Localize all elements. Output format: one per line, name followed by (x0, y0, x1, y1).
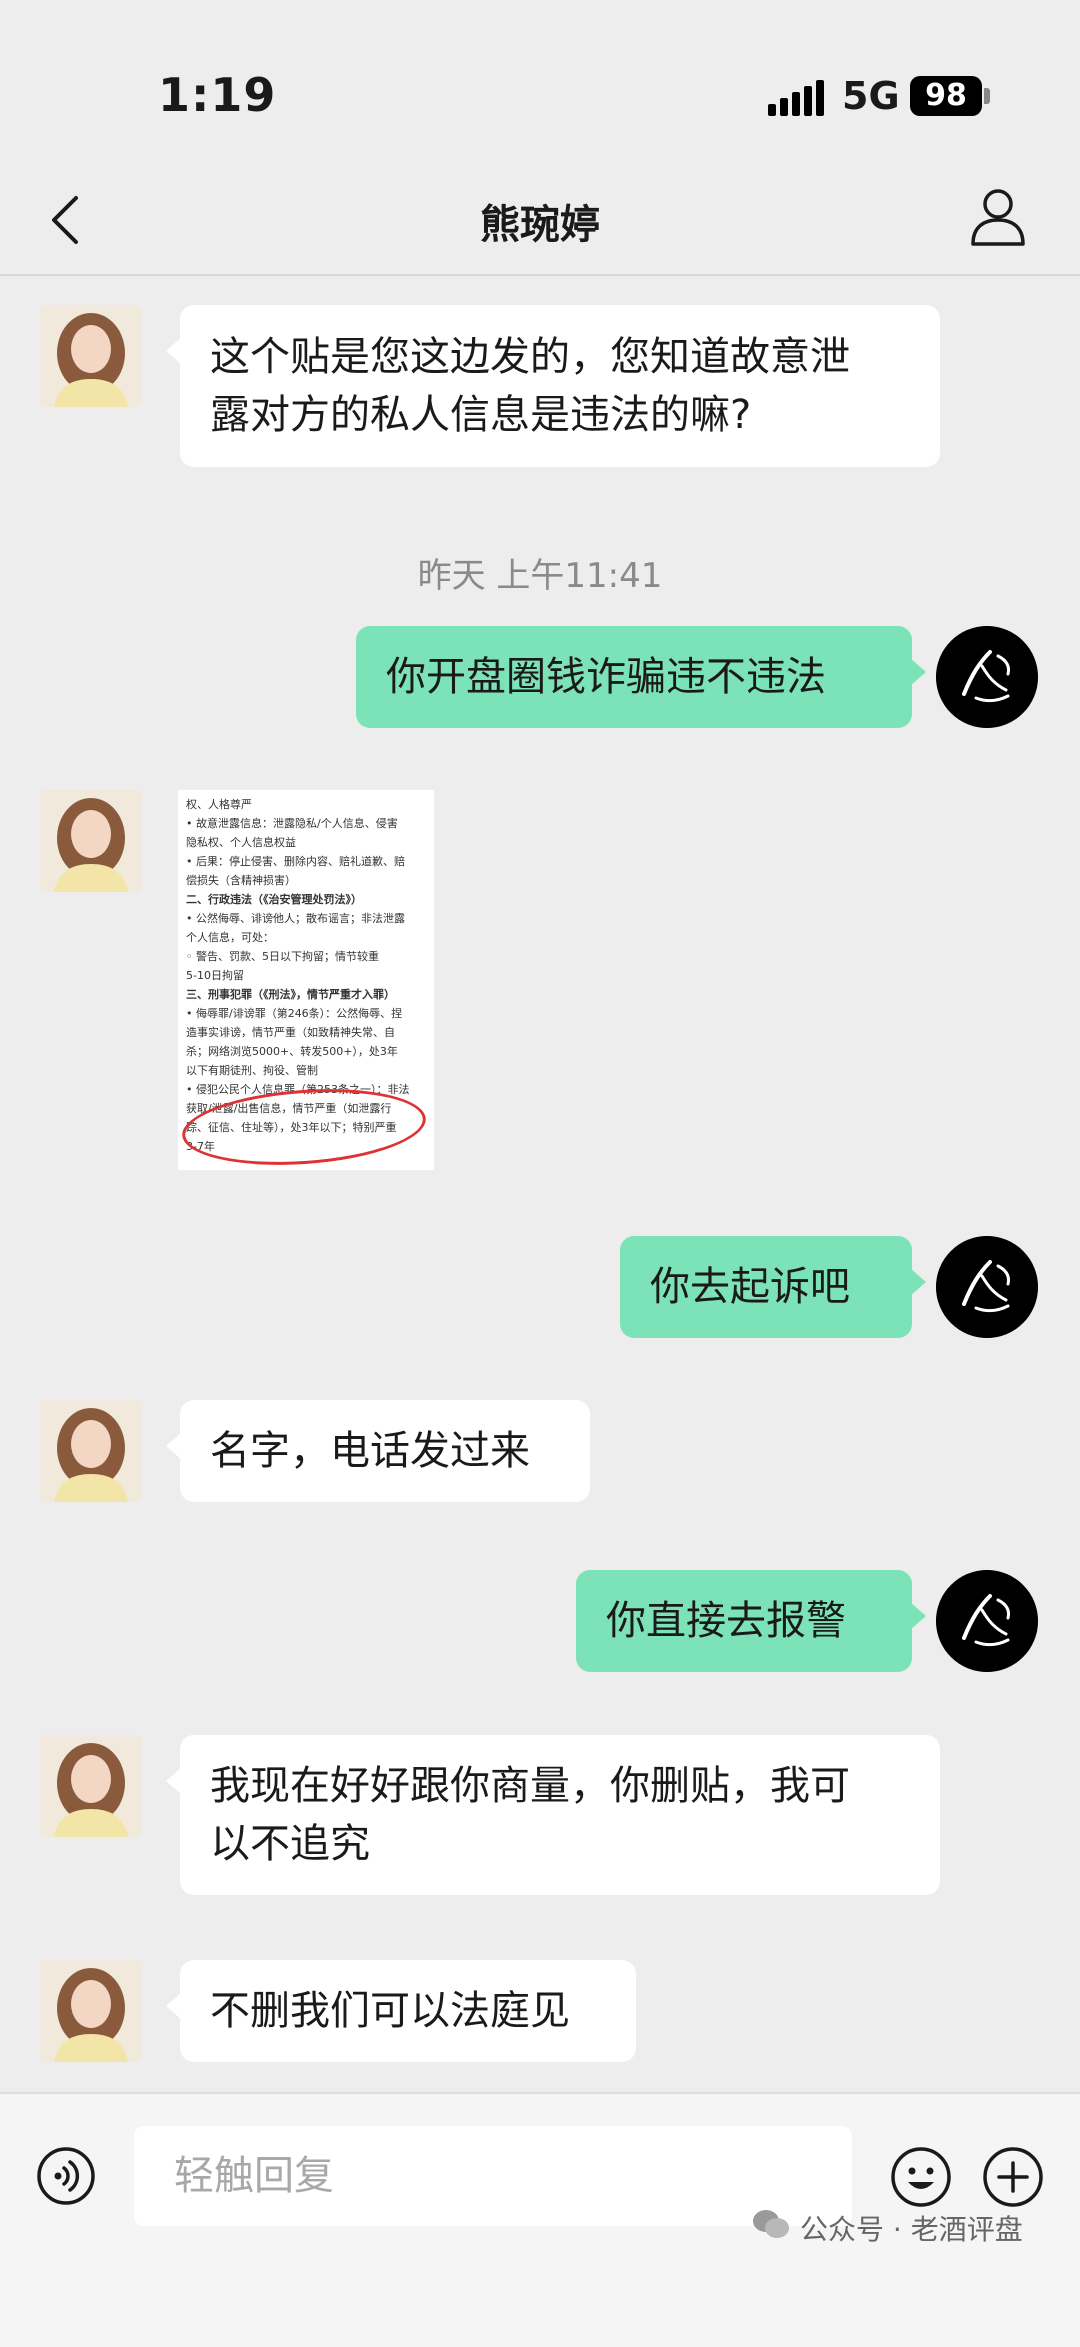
profile-icon[interactable] (968, 184, 1028, 248)
calligraphy-logo-icon (936, 626, 1038, 728)
document-line: 杀；网络浏览5000+、转发500+），处3年 (186, 1045, 398, 1058)
message-text: 你去起诉吧 (650, 1264, 850, 1310)
message-bubble-received[interactable]: 名字，电话发过来 (166, 1400, 590, 1502)
message-text: 你直接去报警 (606, 1598, 846, 1644)
avatar[interactable] (40, 1400, 142, 1502)
watermark-text: 公众号 · 老酒评盘 (800, 2213, 1023, 2246)
document-line: • 后果：停止侵害、删除内容、赔礼道歉、赔 (186, 855, 405, 868)
message-text-line: 以不追究 (210, 1821, 370, 1867)
chat-title: 熊琬婷 (480, 202, 600, 248)
image-message[interactable]: 权、人格尊严 • 故意泄露信息：泄露隐私/个人信息、侵害 隐私权、个人信息权益 • … (178, 790, 434, 1170)
document-line: 权、人格尊严 (186, 798, 252, 811)
avatar[interactable] (40, 305, 142, 407)
message-text-line: 这个贴是您这边发的，您知道故意泄 (210, 334, 850, 380)
signal-icon (768, 80, 824, 116)
document-line: 个人信息，可处： (186, 931, 274, 944)
avatar-image (40, 790, 142, 892)
message-bubble-sent[interactable]: 你去起诉吧 (620, 1236, 926, 1338)
wechat-icon (753, 2210, 789, 2238)
reply-input[interactable] (134, 2126, 852, 2226)
document-line: 三、刑事犯罪（《刑法》，情节严重才入罪） (186, 988, 395, 1001)
plus-icon[interactable] (982, 2146, 1044, 2208)
network-type: 5G (842, 74, 900, 118)
avatar[interactable] (40, 1735, 142, 1837)
document-line: • 故意泄露信息：泄露隐私/个人信息、侵害 (186, 817, 398, 830)
avatar-self[interactable] (936, 1570, 1038, 1672)
message-text: 不删我们可以法庭见 (210, 1988, 570, 2034)
avatar[interactable] (40, 790, 142, 892)
nav-bar: 熊琬婷 (0, 170, 1080, 276)
avatar-image (40, 305, 142, 407)
voice-icon[interactable] (36, 2146, 96, 2206)
message-text: 你开盘圈钱诈骗违不违法 (386, 654, 826, 700)
document-line: ◦ 警告、罚款、5日以下拘留；情节较重 (186, 950, 379, 963)
message-text-line: 露对方的私人信息是违法的嘛? (210, 392, 752, 438)
document-line: • 公然侮辱、诽谤他人；散布谣言；非法泄露 (186, 912, 405, 925)
avatar-image (40, 1735, 142, 1837)
calligraphy-logo-icon (936, 1570, 1038, 1672)
avatar[interactable] (40, 1960, 142, 2062)
document-line: 造事实诽谤，情节严重（如致精神失常、自 (186, 1026, 395, 1039)
message-text-line: 我现在好好跟你商量，你删贴，我可 (210, 1763, 850, 1809)
message-bubble-received[interactable]: 不删我们可以法庭见 (166, 1960, 636, 2062)
message-bubble-received[interactable]: 这个贴是您这边发的，您知道故意泄 露对方的私人信息是违法的嘛? (166, 305, 940, 467)
document-line: • 侮辱罪/诽谤罪（第246条）：公然侮辱、捏 (186, 1007, 403, 1020)
chat-timestamp: 昨天 上午11:41 (417, 556, 663, 596)
emoji-icon[interactable] (890, 2146, 952, 2208)
document-line: 5-10日拘留 (186, 969, 244, 982)
status-bar: 1:19 5G 98 (0, 0, 1080, 170)
document-line: 二、行政违法（《治安管理处罚法》） (186, 893, 362, 906)
message-bubble-sent[interactable]: 你直接去报警 (576, 1570, 926, 1672)
document-line: 隐私权、个人信息权益 (186, 836, 296, 849)
avatar-image (40, 1400, 142, 1502)
calligraphy-logo-icon (936, 1236, 1038, 1338)
avatar-image (40, 1960, 142, 2062)
avatar-self[interactable] (936, 626, 1038, 728)
message-text: 名字，电话发过来 (210, 1428, 530, 1474)
battery-tip (984, 88, 990, 104)
status-time: 1:19 (158, 68, 277, 122)
document-line: 偿损失（含精神损害） (186, 874, 296, 887)
message-bubble-sent[interactable]: 你开盘圈钱诈骗违不违法 (356, 626, 926, 728)
battery-indicator: 98 (910, 76, 982, 116)
message-bubble-received[interactable]: 我现在好好跟你商量，你删贴，我可 以不追究 (166, 1735, 940, 1895)
avatar-self[interactable] (936, 1236, 1038, 1338)
document-line: 以下有期徒刑、拘役、管制 (186, 1064, 318, 1077)
